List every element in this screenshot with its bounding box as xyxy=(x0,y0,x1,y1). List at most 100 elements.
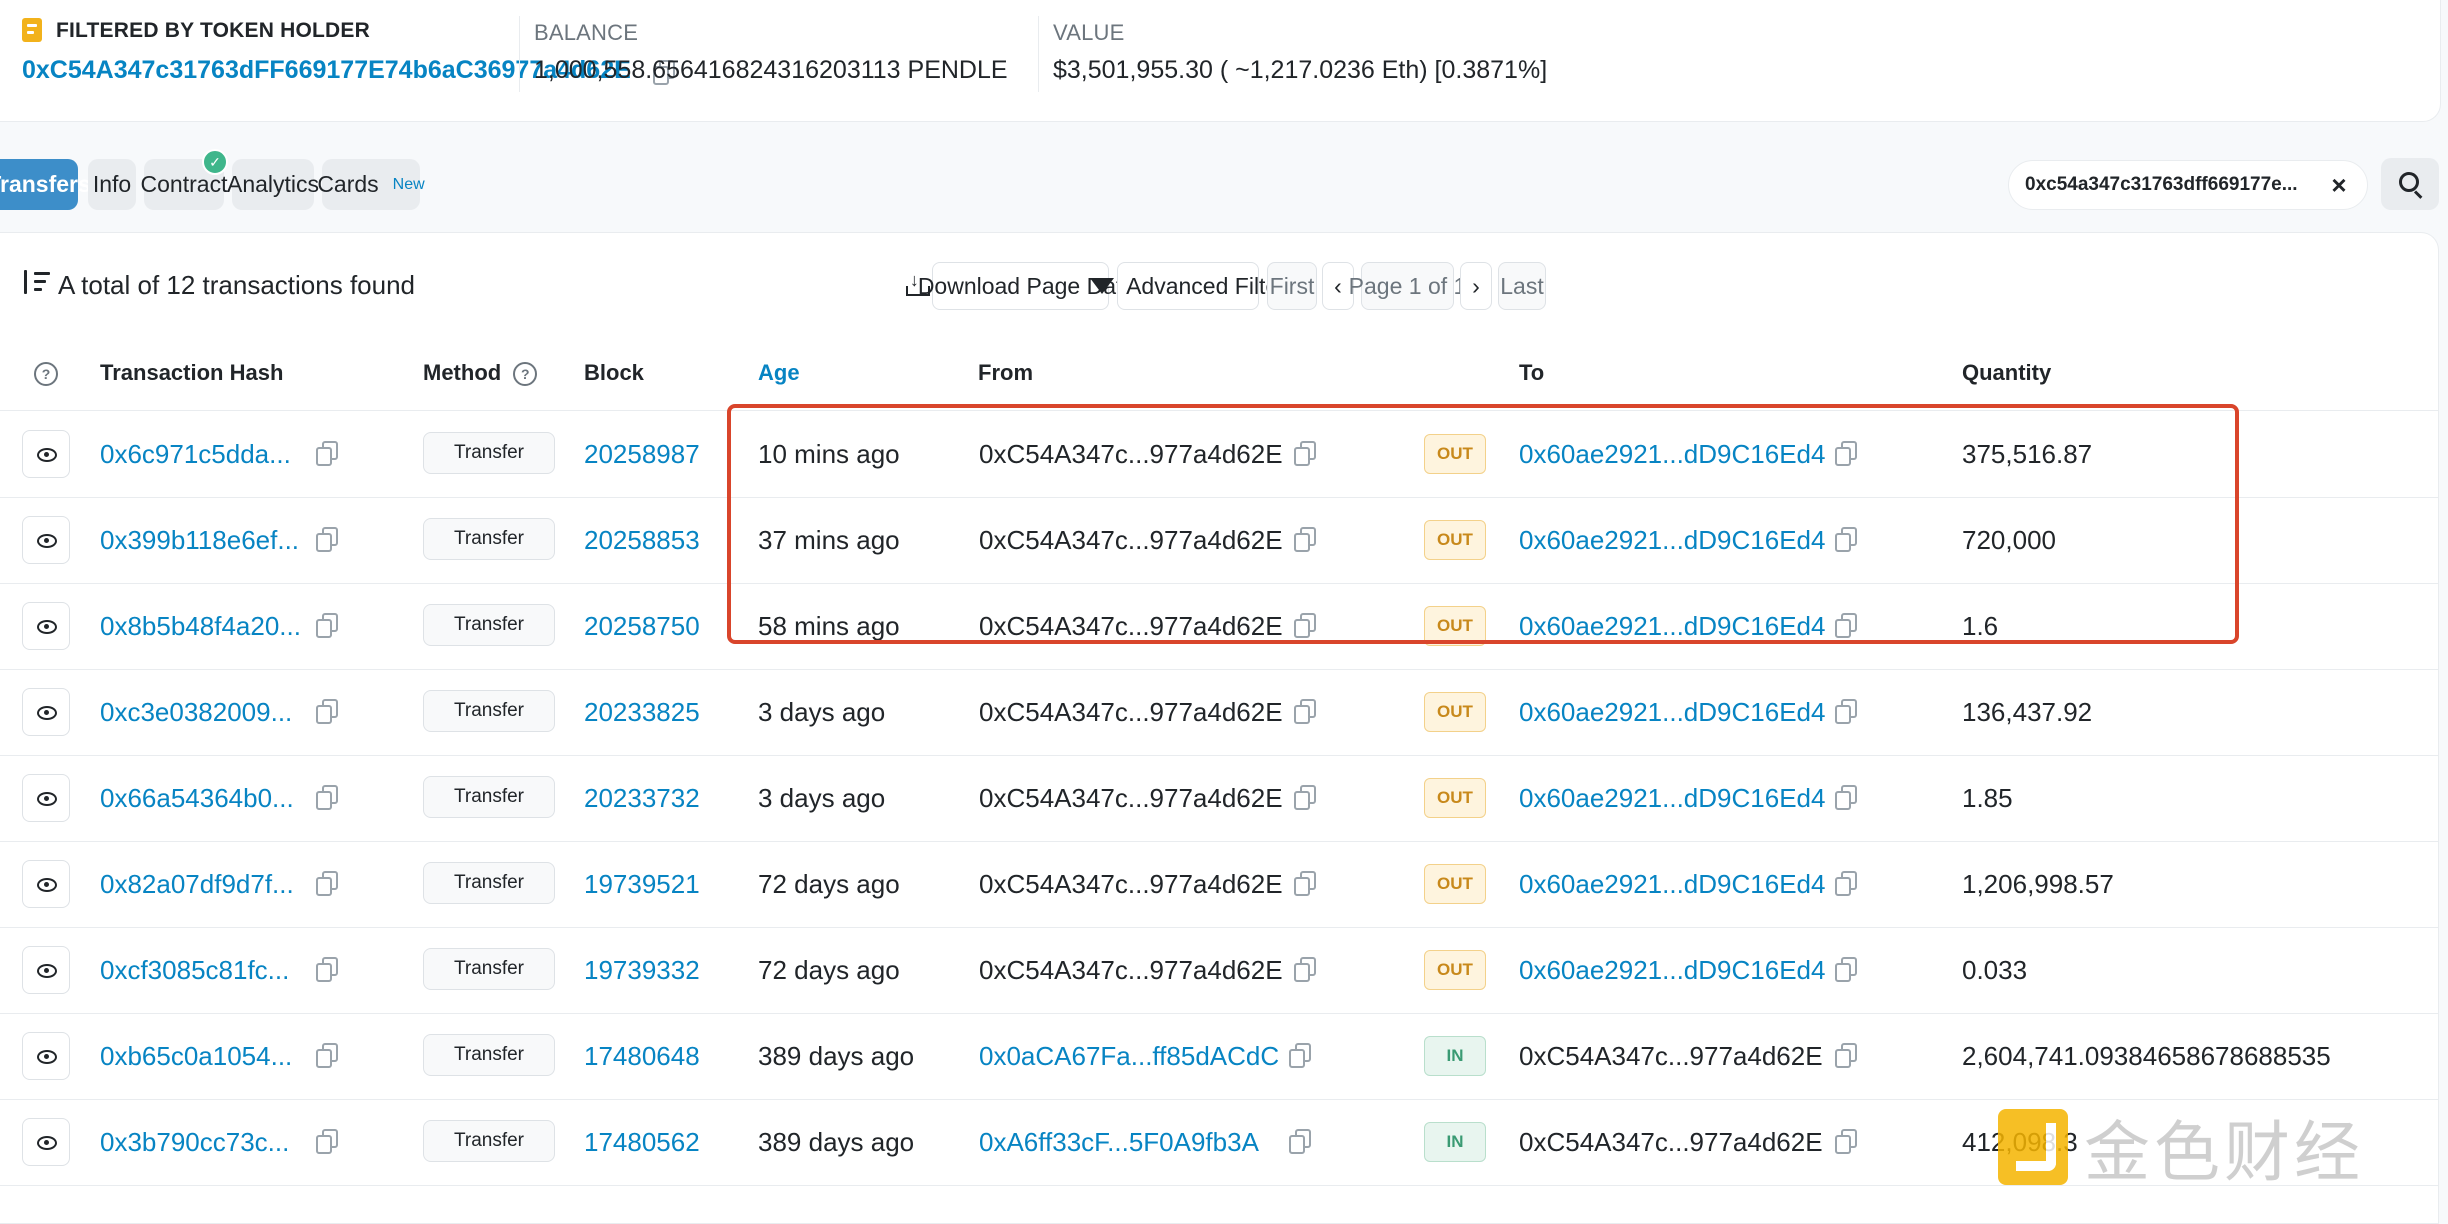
divider xyxy=(1038,16,1039,92)
copy-icon[interactable] xyxy=(1288,1042,1311,1068)
copy-icon[interactable] xyxy=(315,1042,338,1068)
age-text: 72 days ago xyxy=(758,955,900,985)
method-badge: Transfer xyxy=(423,604,555,646)
tab-cards[interactable]: Cards New xyxy=(317,159,425,210)
view-details-icon[interactable] xyxy=(22,1032,70,1080)
tx-hash-link[interactable]: 0x6c971c5dda... xyxy=(100,439,291,470)
method-badge: Transfer xyxy=(423,1120,555,1162)
block-link[interactable]: 19739521 xyxy=(584,869,700,900)
address-filter-pill: 0xc54a347c31763dff669177e... × xyxy=(2008,160,2368,210)
view-details-icon[interactable] xyxy=(22,946,70,994)
tx-hash-link[interactable]: 0x66a54364b0... xyxy=(100,783,294,814)
copy-icon[interactable] xyxy=(1293,698,1316,724)
age-text: 3 days ago xyxy=(758,697,886,727)
from-address[interactable]: 0x0aCA67Fa...ff85dACdC xyxy=(979,1041,1279,1072)
header-block: Block xyxy=(584,360,644,385)
tx-hash-link[interactable]: 0x3b790cc73c... xyxy=(100,1127,289,1158)
copy-icon[interactable] xyxy=(1834,1128,1857,1154)
copy-icon[interactable] xyxy=(1834,698,1857,724)
copy-icon[interactable] xyxy=(1834,870,1857,896)
direction-badge: OUT xyxy=(1424,778,1486,818)
method-help-icon[interactable]: ? xyxy=(513,362,538,387)
copy-icon[interactable] xyxy=(315,956,338,982)
method-badge: Transfer xyxy=(423,518,555,560)
copy-icon[interactable] xyxy=(1834,956,1857,982)
view-details-icon[interactable] xyxy=(22,1118,70,1166)
copy-icon[interactable] xyxy=(315,440,338,466)
quantity-value: 2,604,741.09384658678688535 xyxy=(1962,1041,2331,1071)
block-link[interactable]: 20258853 xyxy=(584,525,700,556)
view-details-icon[interactable] xyxy=(22,860,70,908)
copy-icon[interactable] xyxy=(1834,1042,1857,1068)
direction-badge: OUT xyxy=(1424,864,1486,904)
from-address: 0xC54A347c...977a4d62E xyxy=(979,869,1283,899)
copy-icon[interactable] xyxy=(315,870,338,896)
token-holder-summary: FILTERED BY TOKEN HOLDER 0xC54A347c31763… xyxy=(0,0,2441,122)
header-age[interactable]: Age xyxy=(758,360,800,386)
next-page-button[interactable]: › xyxy=(1460,262,1492,310)
to-address[interactable]: 0x60ae2921...dD9C16Ed4 xyxy=(1519,869,1825,900)
from-address[interactable]: 0xA6ff33cF...5F0A9fb3A xyxy=(979,1127,1259,1158)
tx-hash-link[interactable]: 0xc3e0382009... xyxy=(100,697,292,728)
copy-icon[interactable] xyxy=(315,612,338,638)
holder-label: FILTERED BY TOKEN HOLDER xyxy=(56,19,370,42)
direction-badge: IN xyxy=(1424,1036,1486,1076)
block-link[interactable]: 17480648 xyxy=(584,1041,700,1072)
block-link[interactable]: 20233825 xyxy=(584,697,700,728)
quantity-value: 136,437.92 xyxy=(1962,697,2093,727)
transactions-total: A total of 12 transactions found xyxy=(58,270,416,300)
clear-filter-icon[interactable]: × xyxy=(2325,171,2353,199)
search-button[interactable] xyxy=(2381,158,2439,210)
tab-transfers[interactable]: Transfers xyxy=(0,159,91,210)
block-link[interactable]: 20258750 xyxy=(584,611,700,642)
header-method-label: Method xyxy=(423,360,502,385)
to-address[interactable]: 0x60ae2921...dD9C16Ed4 xyxy=(1519,697,1825,728)
tx-hash-link[interactable]: 0x8b5b48f4a20... xyxy=(100,611,301,642)
address-filter-text: 0xc54a347c31763dff669177e... xyxy=(2025,174,2298,195)
block-link[interactable]: 20258987 xyxy=(584,439,700,470)
to-address[interactable]: 0x60ae2921...dD9C16Ed4 xyxy=(1519,783,1825,814)
copy-icon[interactable] xyxy=(1293,956,1316,982)
tab-info[interactable]: Info xyxy=(88,159,136,210)
balance-label: BALANCE xyxy=(534,20,639,45)
sort-icon[interactable] xyxy=(22,270,50,296)
quantity-value: 1.85 xyxy=(1962,783,2013,813)
advanced-filter-button[interactable]: Advanced Filter xyxy=(1090,262,1286,310)
quantity-value: 0.033 xyxy=(1962,955,2028,985)
view-details-icon[interactable] xyxy=(22,774,70,822)
tx-hash-link[interactable]: 0xb65c0a1054... xyxy=(100,1041,292,1072)
view-details-icon[interactable] xyxy=(22,516,70,564)
last-page-button[interactable]: Last xyxy=(1498,262,1546,310)
method-badge: Transfer xyxy=(423,948,555,990)
tab-contract[interactable]: Contract ✓ xyxy=(141,149,228,210)
tx-hash-link[interactable]: 0xcf3085c81fc... xyxy=(100,955,289,986)
tx-hash-link[interactable]: 0x399b118e6ef... xyxy=(100,525,299,556)
block-link[interactable]: 20233732 xyxy=(584,783,700,814)
watermark-text: 金色财经 xyxy=(2084,1114,2364,1191)
copy-icon[interactable] xyxy=(315,784,338,810)
copy-icon[interactable] xyxy=(315,698,338,724)
first-page-button[interactable]: First xyxy=(1267,262,1317,310)
details-help-icon[interactable]: ? xyxy=(34,360,58,387)
verified-check-icon: ✓ xyxy=(202,149,228,175)
block-link[interactable]: 19739332 xyxy=(584,955,700,986)
method-badge: Transfer xyxy=(423,776,555,818)
copy-icon[interactable] xyxy=(315,1128,338,1154)
copy-icon[interactable] xyxy=(1288,1128,1311,1154)
to-address[interactable]: 0x60ae2921...dD9C16Ed4 xyxy=(1519,955,1825,986)
watermark-logo xyxy=(1998,1109,2068,1185)
download-page-data-button[interactable]: Download Page Data xyxy=(905,262,1135,310)
copy-icon[interactable] xyxy=(1834,784,1857,810)
block-link[interactable]: 17480562 xyxy=(584,1127,700,1158)
tx-hash-link[interactable]: 0x82a07df9d7f... xyxy=(100,869,294,900)
copy-icon[interactable] xyxy=(1293,870,1316,896)
view-details-icon[interactable] xyxy=(22,688,70,736)
tab-contract-label: Contract xyxy=(140,171,228,197)
view-details-icon[interactable] xyxy=(22,602,70,650)
copy-icon[interactable] xyxy=(315,526,338,552)
age-text: 72 days ago xyxy=(758,869,900,899)
copy-icon[interactable] xyxy=(1293,784,1316,810)
view-details-icon[interactable] xyxy=(22,430,70,478)
advanced-filter-label: Advanced Filter xyxy=(1126,272,1286,299)
tab-analytics[interactable]: Analytics xyxy=(227,159,319,210)
